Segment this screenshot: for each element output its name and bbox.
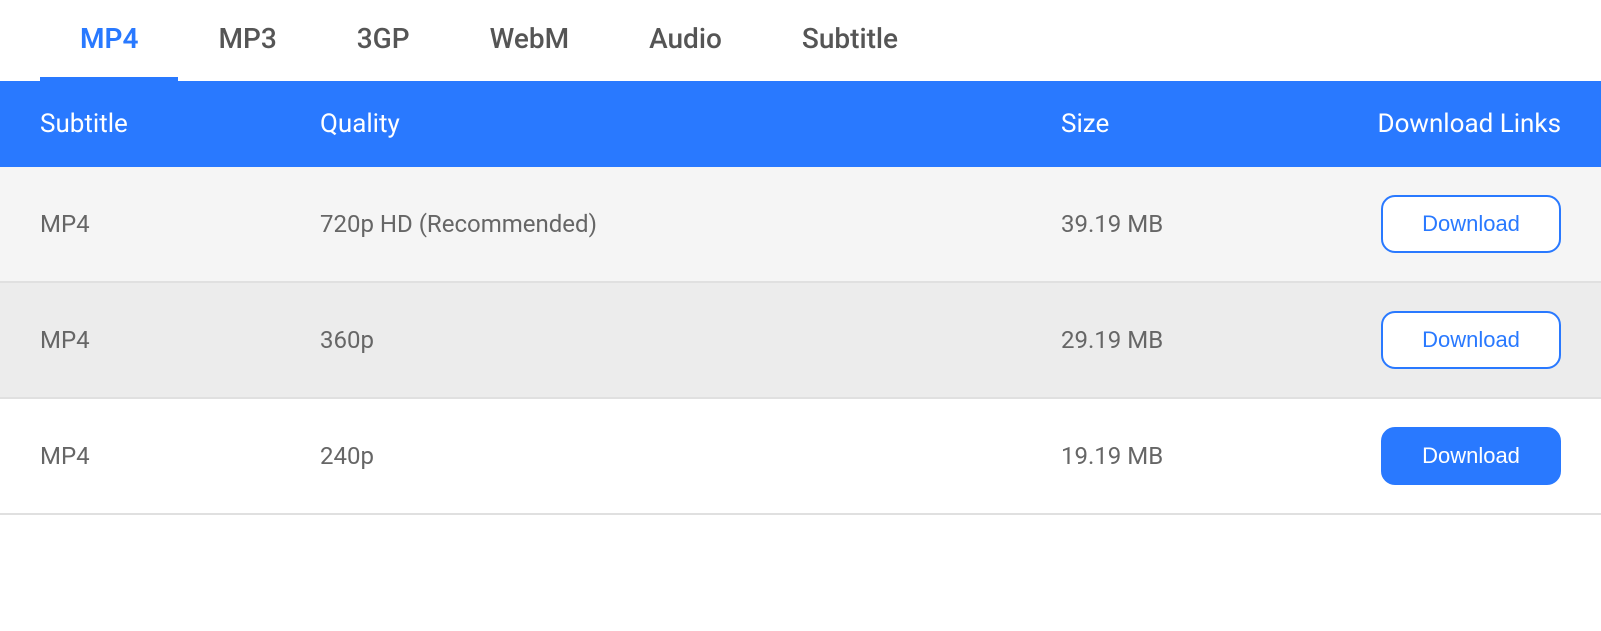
header-subtitle: Subtitle [40,109,320,139]
tab-mp3[interactable]: MP3 [178,0,316,81]
cell-subtitle: MP4 [40,326,320,354]
table-header: Subtitle Quality Size Download Links [0,81,1601,167]
table-row: MP4 240p 19.19 MB Download [0,399,1601,515]
cell-download: Download [1281,195,1561,253]
download-button[interactable]: Download [1381,311,1561,369]
table-row: MP4 360p 29.19 MB Download [0,283,1601,399]
cell-size: 29.19 MB [1061,326,1281,354]
tab-mp4[interactable]: MP4 [40,0,178,81]
cell-download: Download [1281,311,1561,369]
cell-size: 39.19 MB [1061,210,1281,238]
download-button[interactable]: Download [1381,427,1561,485]
header-size: Size [1061,109,1281,139]
cell-quality: 240p [320,442,1061,470]
tab-audio[interactable]: Audio [609,0,762,81]
tabs-container: MP4MP33GPWebMAudioSubtitle [0,0,1601,81]
cell-size: 19.19 MB [1061,442,1281,470]
cell-quality: 720p HD (Recommended) [320,210,1061,238]
cell-subtitle: MP4 [40,442,320,470]
tab-subtitle[interactable]: Subtitle [762,0,938,81]
cell-download: Download [1281,427,1561,485]
cell-subtitle: MP4 [40,210,320,238]
header-quality: Quality [320,109,1061,139]
download-button[interactable]: Download [1381,195,1561,253]
table-row: MP4 720p HD (Recommended) 39.19 MB Downl… [0,167,1601,283]
table-body: MP4 720p HD (Recommended) 39.19 MB Downl… [0,167,1601,515]
tab-3gp[interactable]: 3GP [317,0,450,81]
cell-quality: 360p [320,326,1061,354]
tab-webm[interactable]: WebM [450,0,609,81]
header-download-links: Download Links [1281,109,1561,139]
